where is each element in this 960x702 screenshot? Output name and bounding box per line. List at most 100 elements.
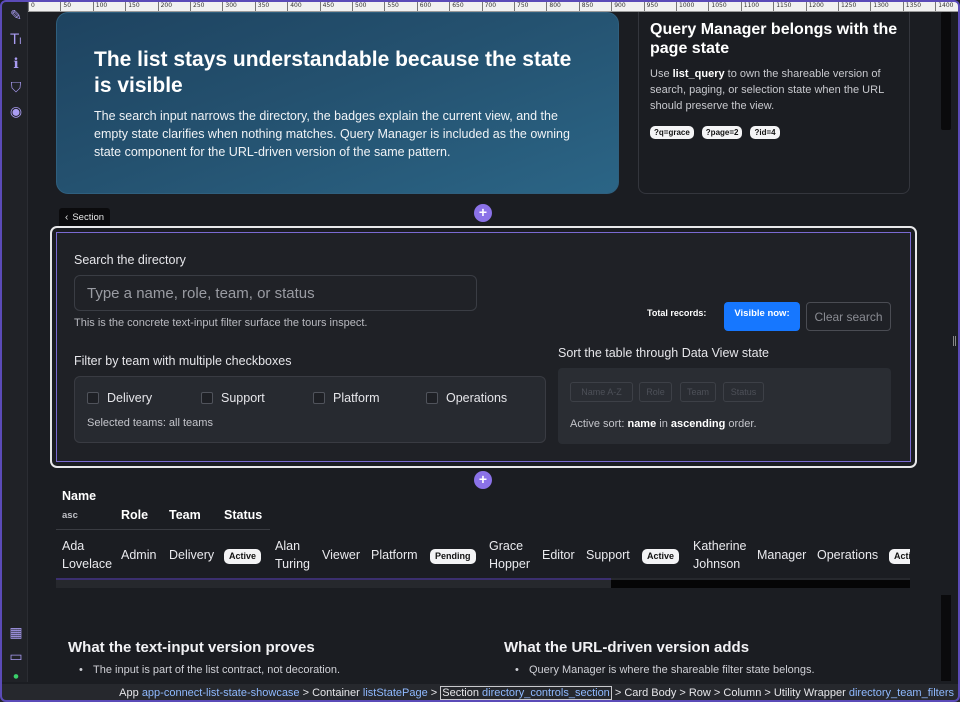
query-manager-body: Use list_query to own the shareable vers… (650, 68, 884, 112)
checkbox-icon[interactable] (201, 392, 213, 404)
sort-box (558, 368, 891, 444)
selected-teams-text: Selected teams: all teams (87, 417, 213, 429)
breadcrumb-trail: Card Body > Row > Column > Utility Wrapp… (624, 687, 846, 699)
ruler-icon[interactable]: ▭ (7, 648, 25, 666)
ruler-tick: 550 (384, 2, 399, 11)
table-cell-team: Support (586, 548, 630, 562)
table-scroll-progress (56, 578, 611, 580)
team-checkbox-support[interactable]: Support (201, 391, 265, 405)
query-chip: ?q=grace (650, 126, 694, 139)
ruler-tick: 1350 (902, 2, 921, 11)
sort-team-button[interactable]: Team (680, 382, 716, 402)
ruler-tick: 1000 (676, 2, 694, 11)
ruler-tick: 850 (578, 2, 593, 11)
ruler-tick: 1250 (838, 2, 856, 11)
directory-table: Ada Lovelace Admin Delivery Active Alan Tu… (56, 484, 910, 588)
sort-status-button[interactable]: Status (723, 382, 764, 402)
table-cell-name: Alan Turing (275, 539, 310, 571)
ruler-tick: 1400 (935, 2, 953, 11)
table-cell-team: Operations (817, 548, 879, 562)
status-badge: Active (224, 549, 262, 564)
breadcrumb-wrapper-link[interactable]: directory_team_filters (849, 687, 954, 699)
resize-grip-icon[interactable] (953, 336, 956, 346)
list-item: The input is part of the list contract, … (79, 664, 340, 676)
ruler-tick: 1200 (805, 2, 824, 11)
breadcrumb: App app-connect-list-state-showcase > Co… (0, 684, 960, 702)
checkbox-icon[interactable] (426, 392, 438, 404)
status-badge: Pending (430, 549, 476, 564)
info-icon[interactable]: ℹ (7, 55, 25, 73)
status-badge: Active (889, 549, 910, 564)
ruler-tick: 100 (92, 2, 107, 11)
search-input[interactable]: Type a name, role, team, or status (74, 275, 477, 311)
ruler-tick: 1300 (870, 2, 889, 11)
list-item: Query Manager is where the shareable fil… (515, 664, 815, 676)
status-badge: Active (642, 549, 680, 564)
chevron-left-icon: ‹ (65, 212, 69, 223)
hero-body: The search input narrows the directory, … (94, 109, 570, 159)
checkbox-icon[interactable] (87, 392, 99, 404)
ruler-tick: 1150 (773, 2, 791, 11)
breadcrumb-container-link[interactable]: listStatePage (363, 687, 428, 699)
query-chip: ?id=4 (750, 126, 780, 139)
top-ruler: 0 50 100 150 200 250 300 350 400 450 500 550 600 650 7… (28, 2, 958, 12)
checkbox-icon[interactable] (313, 392, 325, 404)
total-records-label: Total records: (647, 308, 707, 318)
eye-icon[interactable]: ◉ (7, 103, 25, 121)
breadcrumb-section-current[interactable]: Section directory_controls_section (440, 686, 612, 700)
url-section-title: What the URL-driven version adds (504, 639, 750, 656)
table-cell-role: Viewer (322, 548, 360, 562)
ruler-tick: 450 (319, 2, 334, 11)
grid-icon[interactable]: ▦ (7, 624, 25, 642)
search-hint: This is the concrete text-input filter s… (74, 317, 368, 329)
table-cell-name: Ada Lovelace (62, 539, 113, 571)
query-chip: ?page=2 (701, 126, 743, 139)
team-checkbox-delivery[interactable]: Delivery (87, 391, 152, 405)
table-scroll-thumb[interactable] (611, 580, 910, 588)
table-cell-team: Delivery (169, 548, 215, 562)
add-section-above-button[interactable]: + (474, 204, 492, 222)
table-cell-role: Editor (542, 548, 575, 562)
hero-title: The list stays understandable because th… (94, 48, 572, 97)
team-filter-box (74, 376, 546, 443)
hero-card: The list stays understandable because th… (56, 12, 619, 194)
ruler-tick: 50 (60, 2, 71, 11)
vertical-scroll-thumb[interactable] (941, 12, 951, 130)
query-manager-title: Query Manager belongs with the page stat… (650, 21, 898, 57)
breadcrumb-app-link[interactable]: app-connect-list-state-showcase (142, 687, 300, 699)
table-cell-team: Platform (371, 548, 418, 562)
table-cell-role: Manager (757, 548, 807, 562)
ruler-tick: 650 (449, 2, 464, 11)
ruler-tick: 1050 (708, 2, 727, 11)
search-label: Search the directory (74, 253, 186, 267)
section-tag[interactable]: ‹ Section (59, 208, 111, 226)
sort-name-button[interactable]: Name A-Z (570, 382, 633, 402)
clear-search-button[interactable]: Clear search (806, 302, 891, 331)
ruler-tick: 200 (157, 2, 172, 11)
text-input-section-title: What the text-input version proves (68, 639, 315, 656)
sort-role-button[interactable]: Role (639, 382, 672, 402)
ruler-tick: 350 (254, 2, 269, 11)
ruler-tick: 950 (643, 2, 658, 11)
tshirt-icon[interactable]: ⛉ (7, 79, 25, 97)
edit-icon[interactable]: ✎ (7, 7, 25, 25)
table-cell-name: Katherine Johnson (693, 539, 747, 571)
ruler-tick: 800 (546, 2, 561, 11)
ruler-tick: 1100 (740, 2, 759, 11)
ruler-tick: 750 (514, 2, 528, 11)
ruler-tick: 500 (352, 2, 366, 11)
query-chips: ?q=grace ?page=2 ?id=4 (650, 126, 898, 139)
query-manager-card: Query Manager belongs with the page stat… (638, 12, 910, 194)
tool-rail: ✎ TI ℹ ⛉ ◉ ▦ ▭ ● (2, 2, 28, 682)
team-checkbox-operations[interactable]: Operations (426, 391, 507, 405)
ruler-tick: 700 (481, 2, 496, 11)
ruler-tick: 900 (611, 2, 626, 11)
vertical-scroll-thumb-lower[interactable] (941, 595, 951, 681)
ruler-tick: 300 (222, 2, 237, 11)
ruler-tick: 400 (287, 2, 302, 11)
text-icon[interactable]: TI (7, 31, 25, 49)
team-checkbox-platform[interactable]: Platform (313, 391, 380, 405)
ruler-tick: 250 (190, 2, 204, 11)
ruler-tick: 150 (125, 2, 140, 11)
visible-now-button[interactable]: Visible now: (724, 302, 800, 331)
